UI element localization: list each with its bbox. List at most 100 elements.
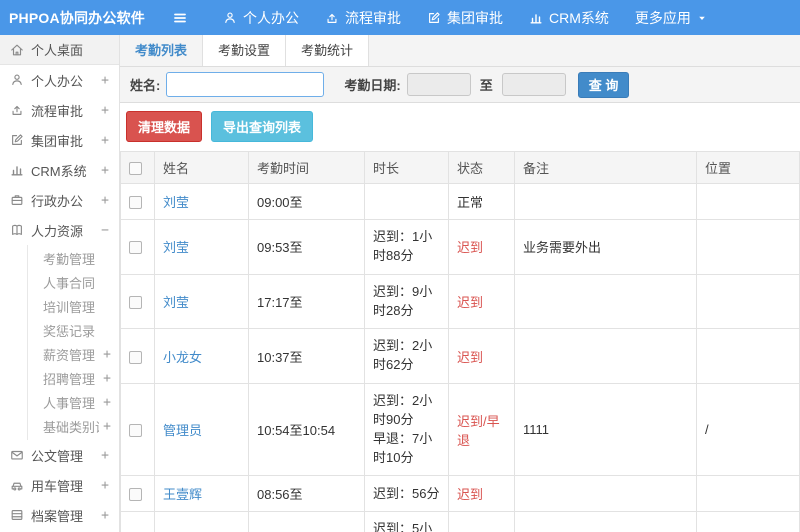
- time-cell: 10:37至: [248, 328, 365, 385]
- sidebar-item-3[interactable]: 集团审批 +: [0, 125, 119, 155]
- table-row: 管理员 10:54至10:54 迟到：2小时90分 早退：7小时10分 迟到/早退 11…: [120, 383, 800, 477]
- sidebar-item-label: 公文管理: [31, 448, 84, 464]
- sidebar-subitem-4[interactable]: 薪资管理 +: [28, 342, 119, 366]
- nav-item-1[interactable]: 流程审批: [312, 0, 414, 35]
- sidebar-item-0[interactable]: 个人桌面: [0, 35, 119, 65]
- row-checkbox[interactable]: [129, 196, 142, 210]
- row-select-cell: [120, 475, 155, 513]
- duration-cell: 迟到：2小时62分: [364, 328, 449, 385]
- name-cell: 黄蓉: [154, 511, 249, 532]
- sidebar-subitem-label: 考勤管理: [43, 251, 96, 267]
- sidebar-item-9[interactable]: 档案管理 +: [0, 500, 119, 530]
- sidebar-item-7[interactable]: 公文管理 +: [0, 440, 119, 470]
- menu-toggle-icon[interactable]: [172, 10, 188, 26]
- expand-toggle-icon: +: [101, 102, 109, 118]
- caret-down-icon: [697, 13, 707, 23]
- nav-item-2[interactable]: 集团审批: [414, 0, 516, 35]
- tab-2[interactable]: 考勤统计: [286, 35, 370, 66]
- archive-icon: [9, 508, 24, 522]
- employee-name-link[interactable]: 王壹辉: [163, 487, 202, 502]
- expand-toggle-icon: +: [101, 507, 109, 523]
- employee-name-link[interactable]: 刘莹: [163, 295, 189, 310]
- sidebar-item-label: CRM系统: [31, 163, 87, 179]
- sidebar-subitem-3[interactable]: 奖惩记录: [28, 318, 119, 342]
- sidebar-subitem-5[interactable]: 招聘管理 +: [28, 366, 119, 390]
- name-label: 姓名:: [130, 78, 161, 93]
- sidebar-item-label: 人力资源: [31, 223, 84, 239]
- status-cell: 迟到: [448, 328, 515, 385]
- table-row: 刘莹 17:17至 迟到：9小时28分 迟到: [120, 273, 800, 330]
- sidebar-item-label: 用车管理: [31, 478, 84, 494]
- location-cell: [696, 475, 800, 513]
- sidebar-item-2[interactable]: 流程审批 +: [0, 95, 119, 125]
- sidebar-subitem-1[interactable]: 人事合同: [28, 270, 119, 294]
- sidebar: 个人桌面 个人办公 + 流程审批 + 集团审批 + CRM系统 + 行政办公 + 人力资源 − 考勤管理人…: [0, 35, 120, 532]
- row-checkbox[interactable]: [129, 350, 142, 364]
- nav-item-label: 流程审批: [345, 9, 401, 26]
- nav-item-label: 个人办公: [243, 9, 299, 26]
- nav-item-label: CRM系统: [549, 9, 609, 26]
- search-bar: 姓名: 考勤日期: 至 查 询: [120, 67, 800, 103]
- sidebar-submenu: 考勤管理人事合同培训管理奖惩记录薪资管理+招聘管理+人事管理+基础类别设置+: [27, 245, 119, 440]
- app-window: PHPOA协同办公软件 个人办公 流程审批 集团审批 CRM系统 更多应用 个人桌面 个人…: [0, 0, 800, 532]
- toolbar: 清理数据 导出查询列表: [120, 103, 800, 151]
- sidebar-item-label: 档案管理: [31, 508, 84, 524]
- edit-icon: [427, 11, 441, 25]
- row-checkbox[interactable]: [129, 296, 142, 310]
- query-button[interactable]: 查 询: [577, 71, 630, 98]
- duration-cell: 迟到：9小时28分: [364, 273, 449, 330]
- expand-toggle-icon: +: [103, 418, 111, 434]
- column-header-3: 状态: [448, 151, 515, 184]
- sidebar-subitem-6[interactable]: 人事管理 +: [28, 390, 119, 414]
- attendance-table: 姓名 考勤时间 时长 状态 备注 位置 刘莹 09:00至 正常 刘莹 09:53至 迟到：1小时8…: [120, 151, 800, 532]
- sidebar-subitem-0[interactable]: 考勤管理: [28, 246, 119, 270]
- sidebar-item-1[interactable]: 个人办公 +: [0, 65, 119, 95]
- duration-cell: 迟到：56分: [364, 475, 449, 513]
- status-cell: 迟到: [448, 219, 515, 275]
- expand-toggle-icon: +: [103, 346, 111, 362]
- tab-1[interactable]: 考勤设置: [203, 35, 287, 66]
- employee-name-link[interactable]: 小龙女: [163, 350, 202, 365]
- sidebar-subitem-label: 人事管理: [43, 395, 96, 411]
- row-checkbox[interactable]: [129, 488, 142, 502]
- date-to-input[interactable]: [501, 73, 566, 96]
- nav-item-4[interactable]: 更多应用: [622, 0, 720, 35]
- sidebar-subitem-7[interactable]: 基础类别设置+: [28, 414, 119, 438]
- employee-name-link[interactable]: 管理员: [163, 423, 202, 438]
- person-icon: [223, 11, 237, 25]
- tab-0[interactable]: 考勤列表: [120, 35, 204, 66]
- nav-item-0[interactable]: 个人办公: [210, 0, 312, 35]
- export-list-button[interactable]: 导出查询列表: [211, 111, 314, 142]
- table-row: 小龙女 10:37至 迟到：2小时62分 迟到: [120, 328, 800, 385]
- employee-name-link[interactable]: 刘莹: [163, 240, 189, 255]
- select-all-checkbox[interactable]: [129, 162, 142, 176]
- top-nav-menu: 个人办公 流程审批 集团审批 CRM系统 更多应用: [210, 0, 720, 35]
- row-checkbox[interactable]: [129, 424, 142, 438]
- table-row: 刘莹 09:53至 迟到：1小时88分 迟到 业务需要外出: [120, 219, 800, 275]
- date-from-input[interactable]: [406, 73, 471, 96]
- column-header-1: 考勤时间: [248, 151, 365, 184]
- expand-toggle-icon: +: [101, 192, 109, 208]
- duration-cell: 迟到：5小时33分 早退：4小时67分: [364, 511, 449, 532]
- employee-name-link[interactable]: 刘莹: [163, 195, 189, 210]
- status-cell: 正常: [448, 183, 515, 220]
- remark-cell: 业务需要外出: [514, 219, 697, 275]
- name-cell: 刘莹: [154, 219, 249, 275]
- share-icon: [325, 11, 339, 25]
- sidebar-item-8[interactable]: 用车管理 +: [0, 470, 119, 500]
- sidebar-item-5[interactable]: 行政办公 +: [0, 185, 119, 215]
- status-cell: 迟到: [448, 273, 515, 330]
- remark-cell: [514, 183, 697, 220]
- top-navbar: PHPOA协同办公软件 个人办公 流程审批 集团审批 CRM系统 更多应用: [0, 0, 800, 35]
- name-input[interactable]: [166, 72, 325, 97]
- sidebar-subitem-2[interactable]: 培训管理: [28, 294, 119, 318]
- duration-cell: 迟到：2小时90分 早退：7小时10分: [364, 383, 449, 477]
- clean-data-button[interactable]: 清理数据: [126, 111, 203, 142]
- date-to-separator: 至: [479, 78, 493, 93]
- sidebar-item-4[interactable]: CRM系统 +: [0, 155, 119, 185]
- row-select-cell: [120, 383, 155, 477]
- column-header-0: 姓名: [154, 151, 249, 184]
- row-checkbox[interactable]: [129, 241, 142, 255]
- nav-item-3[interactable]: CRM系统: [516, 0, 622, 35]
- sidebar-item-6[interactable]: 人力资源 −: [0, 215, 119, 245]
